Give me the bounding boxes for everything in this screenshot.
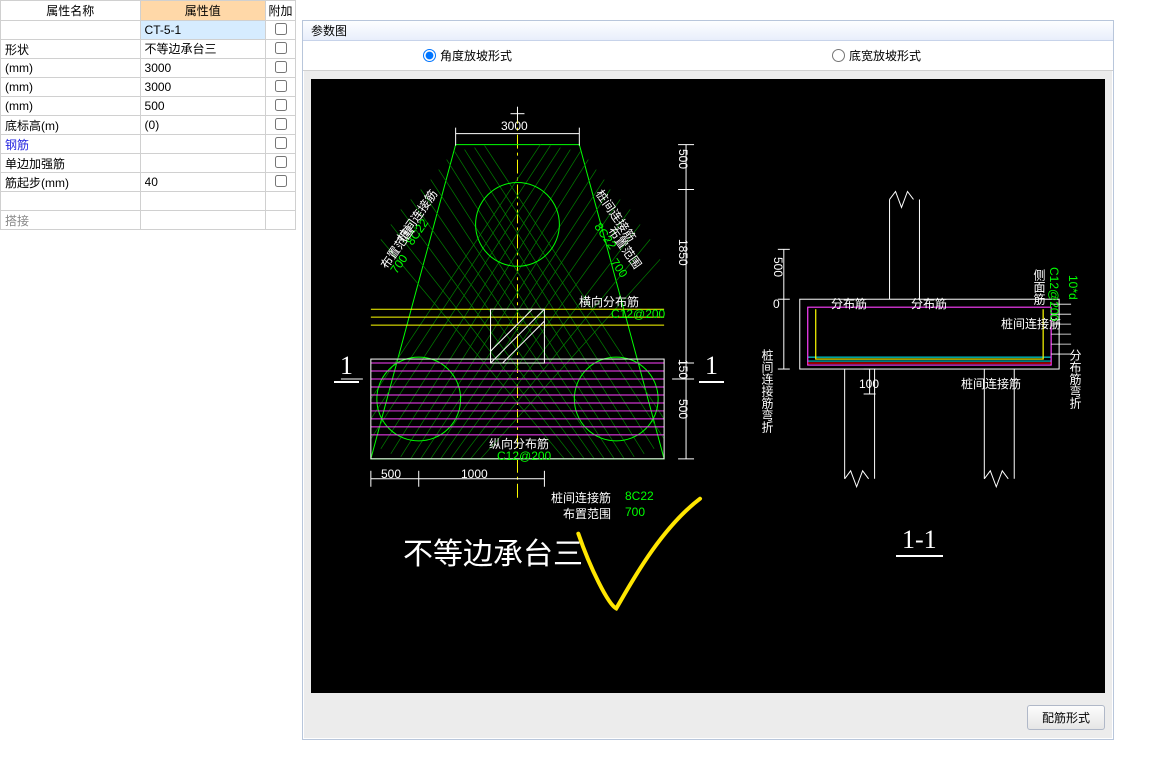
label-range-bottom: 布置范围 <box>563 505 611 522</box>
slope-mode-bar: 角度放坡形式 底宽放坡形式 <box>303 41 1113 71</box>
radio-angle-slope[interactable]: 角度放坡形式 <box>423 47 512 64</box>
table-row: 形状 <box>1 40 296 59</box>
col-header-value: 属性值 <box>140 1 265 21</box>
property-panel: 属性名称 属性值 附加 形状 (mm) (mm) <box>0 0 296 774</box>
label-dist1: 分布筋 <box>831 295 867 312</box>
table-row: (mm) <box>1 78 296 97</box>
label-vert-spec: C12@200 <box>497 449 551 463</box>
dim-label: 3000 <box>501 119 528 133</box>
section-mark-left: 1 <box>334 351 359 383</box>
prop-name: 筋起步(mm) <box>1 173 141 192</box>
value-input[interactable] <box>145 80 261 94</box>
prop-name: 底标高(m) <box>1 116 141 135</box>
dim-label: 500 <box>676 149 690 169</box>
label-side-spec: C12@200 <box>1047 267 1061 321</box>
prop-name: (mm) <box>1 97 141 116</box>
table-row: (mm) <box>1 97 296 116</box>
row-checkbox[interactable] <box>275 61 287 73</box>
row-checkbox[interactable] <box>275 42 287 54</box>
value-input[interactable] <box>145 118 261 132</box>
label-horiz-spec: C12@200 <box>611 307 665 321</box>
col-header-name: 属性名称 <box>1 1 141 21</box>
value-input[interactable] <box>145 175 261 189</box>
property-table: 属性名称 属性值 附加 形状 (mm) (mm) <box>0 0 296 230</box>
prop-name: (mm) <box>1 59 141 78</box>
row-checkbox[interactable] <box>275 156 287 168</box>
diagram-title-left: 不等边承台三 <box>403 529 583 573</box>
table-row: 单边加强筋 <box>1 154 296 173</box>
prop-name: 搭接 <box>1 211 141 230</box>
label-pile-conn-bottom: 桩间连接筋 <box>961 375 1021 392</box>
label-pile-conn-bottom-spec: 8C22 <box>625 489 654 503</box>
radio-angle-slope-input[interactable] <box>423 49 436 62</box>
diagram-canvas: 3000 桩间连接筋 8C22 布置范围 700 桩间连接筋 8C22 布置范围… <box>311 79 1105 693</box>
table-row: 钢筋 <box>1 135 296 154</box>
value-input[interactable] <box>145 42 261 56</box>
table-row: (mm) <box>1 59 296 78</box>
table-row: 底标高(m) <box>1 116 296 135</box>
label-right-bend: 分布筋弯折 <box>1067 349 1084 409</box>
dim-label: 1000 <box>461 467 488 481</box>
col-header-extra: 附加 <box>266 1 296 21</box>
dim-label: 0 <box>773 297 780 311</box>
table-row: 搭接 <box>1 211 296 230</box>
rebar-form-button[interactable]: 配筋形式 <box>1027 705 1105 730</box>
row-checkbox[interactable] <box>275 175 287 187</box>
dim-label: 500 <box>771 257 785 277</box>
row-checkbox[interactable] <box>275 118 287 130</box>
prop-name: 钢筋 <box>1 135 141 154</box>
section-title: 1-1 <box>896 525 943 557</box>
radio-bottom-width-slope[interactable]: 底宽放坡形式 <box>832 47 921 64</box>
value-input[interactable] <box>145 99 261 113</box>
section-mark-right: 1 <box>699 351 724 383</box>
label-side: 侧面筋 <box>1031 269 1048 305</box>
label-left-bend: 桩间连接筋弯折 <box>759 349 776 433</box>
code-input[interactable] <box>145 23 261 37</box>
param-diagram-dialog: 参数图 角度放坡形式 底宽放坡形式 <box>302 20 1114 740</box>
dim-label: 100 <box>859 377 879 391</box>
label-range-bottom-val: 700 <box>625 505 645 519</box>
prop-name: 单边加强筋 <box>1 154 141 173</box>
prop-name: (mm) <box>1 78 141 97</box>
row-checkbox[interactable] <box>275 23 287 35</box>
row-checkbox[interactable] <box>275 99 287 111</box>
table-row: 筋起步(mm) <box>1 173 296 192</box>
label-dist2: 分布筋 <box>911 295 947 312</box>
value-input[interactable] <box>145 61 261 75</box>
table-row <box>1 192 296 211</box>
label-pile-conn-bottom: 桩间连接筋 <box>551 489 611 506</box>
label-lap: 10*d <box>1066 275 1080 300</box>
radio-bottom-width-slope-input[interactable] <box>832 49 845 62</box>
dim-label: 500 <box>676 399 690 419</box>
table-row <box>1 21 296 40</box>
row-checkbox[interactable] <box>275 137 287 149</box>
radio-label: 底宽放坡形式 <box>849 47 921 64</box>
dialog-title: 参数图 <box>303 21 1113 41</box>
row-checkbox[interactable] <box>275 80 287 92</box>
dim-label: 500 <box>381 467 401 481</box>
prop-name: 形状 <box>1 40 141 59</box>
radio-label: 角度放坡形式 <box>440 47 512 64</box>
dim-label: 1850 <box>676 239 690 266</box>
dim-label: 150 <box>676 359 690 379</box>
